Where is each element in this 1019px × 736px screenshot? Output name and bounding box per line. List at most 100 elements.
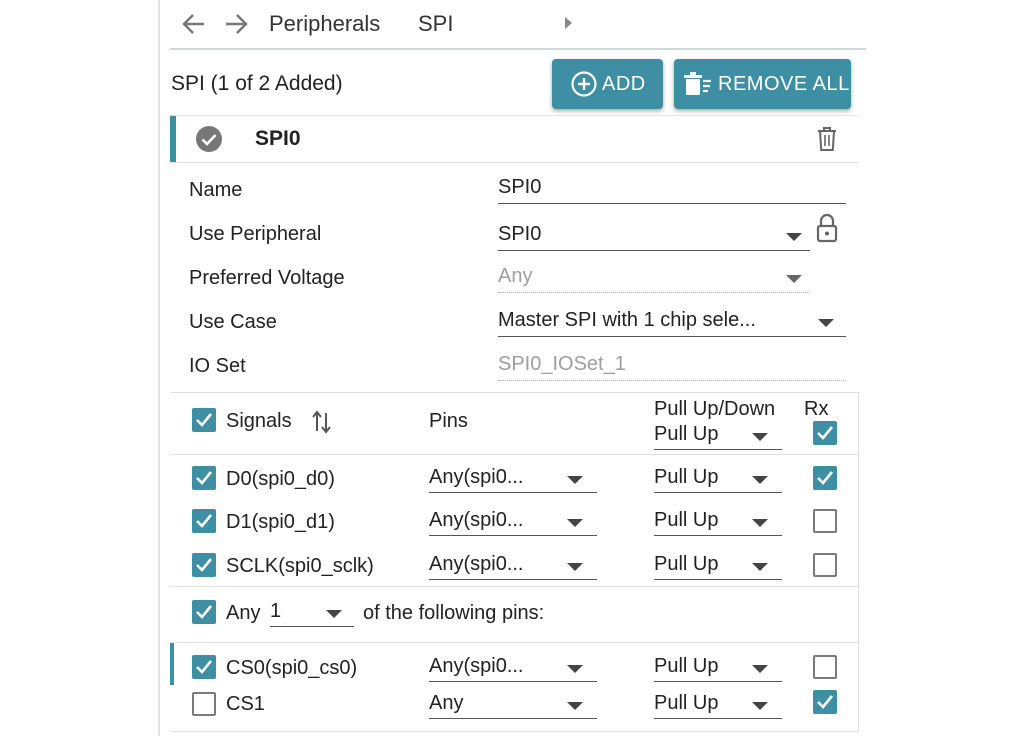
chevron-down-icon (786, 233, 802, 241)
any-group-prefix: Any (226, 602, 261, 624)
chevron-down-icon (752, 433, 768, 441)
any-group-checkbox[interactable] (192, 600, 216, 624)
pins-column-header: Pins (429, 410, 468, 432)
select-all-signals-checkbox[interactable] (192, 408, 216, 432)
breadcrumb-spi: SPI (418, 11, 454, 36)
check-icon (817, 426, 834, 440)
instance-row-spi0[interactable]: SPI0 (170, 115, 859, 163)
arrow-left-icon[interactable] (180, 10, 208, 38)
chevron-down-icon (567, 476, 583, 484)
pull-select-sclk[interactable]: Pull Up (654, 553, 782, 580)
remove-all-button[interactable]: REMOVE ALL (674, 59, 851, 109)
chevron-down-icon (326, 610, 342, 618)
pull-value-d0: Pull Up (654, 466, 719, 488)
any-group-suffix: of the following pins: (363, 602, 545, 624)
chevron-down-icon (786, 275, 802, 283)
cs-group-bar (170, 643, 174, 685)
add-button[interactable]: ADD (552, 59, 663, 109)
signal-checkbox-d0[interactable] (192, 466, 216, 490)
check-icon (817, 695, 834, 709)
chevron-down-icon (752, 563, 768, 571)
preferred-voltage-value: Any (498, 265, 533, 287)
chevron-right-icon (565, 17, 572, 29)
chevron-down-icon (752, 519, 768, 527)
row-divider (170, 454, 859, 455)
any-count-select[interactable]: 1 (270, 600, 354, 627)
pin-value-d1: Any(spi0... (429, 509, 524, 531)
pull-all-select[interactable]: Pull Up (654, 423, 782, 450)
pin-value-d0: Any(spi0... (429, 466, 524, 488)
signal-checkbox-cs0[interactable] (192, 655, 216, 679)
signals-column-header: Signals (226, 410, 292, 432)
section-title: SPI (1 of 2 Added) (171, 72, 343, 95)
arrow-right-icon[interactable] (222, 10, 250, 38)
breadcrumb-bar: Peripherals SPI (170, 0, 866, 50)
signal-name-cs0: CS0(spi0_cs0) (226, 657, 358, 679)
rx-checkbox-d1[interactable] (813, 509, 837, 533)
signal-checkbox-d1[interactable] (192, 509, 216, 533)
pin-select-d1[interactable]: Any(spi0... (429, 509, 597, 536)
chevron-down-icon (567, 665, 583, 673)
check-circle-icon (196, 126, 222, 152)
row-divider (170, 642, 859, 643)
pull-select-cs1[interactable]: Pull Up (654, 692, 782, 719)
rx-checkbox-cs0[interactable] (813, 655, 837, 679)
chevron-down-icon (752, 665, 768, 673)
rx-checkbox-sclk[interactable] (813, 553, 837, 577)
signal-name-cs1: CS1 (226, 693, 265, 715)
check-icon (196, 558, 213, 572)
check-icon (196, 605, 213, 619)
row-divider (170, 586, 859, 587)
sort-icon[interactable] (311, 409, 333, 435)
pin-select-cs0[interactable]: Any(spi0... (429, 655, 597, 682)
rx-all-checkbox[interactable] (813, 421, 837, 445)
pin-value-sclk: Any(spi0... (429, 553, 524, 575)
chevron-down-icon (567, 519, 583, 527)
use-case-value: Master SPI with 1 chip sele... (498, 309, 756, 331)
use-case-select[interactable]: Master SPI with 1 chip sele... (498, 307, 846, 337)
pull-value-sclk: Pull Up (654, 553, 719, 575)
use-peripheral-select[interactable]: SPI0 (498, 221, 810, 251)
pin-select-cs1[interactable]: Any (429, 692, 597, 719)
pull-column-header: Pull Up/Down (654, 398, 776, 420)
breadcrumb-peripherals[interactable]: Peripherals (269, 11, 380, 37)
use-peripheral-value: SPI0 (498, 223, 542, 245)
use-case-label: Use Case (189, 311, 277, 333)
rx-checkbox-d0[interactable] (813, 466, 837, 490)
signal-checkbox-sclk[interactable] (192, 553, 216, 577)
add-button-label: ADD (602, 72, 646, 95)
rx-checkbox-cs1[interactable] (813, 690, 837, 714)
trash-icon[interactable] (815, 126, 839, 152)
chevron-down-icon (752, 476, 768, 484)
pin-select-d0[interactable]: Any(spi0... (429, 466, 597, 493)
check-icon (196, 471, 213, 485)
left-divider (158, 0, 160, 736)
pull-select-d1[interactable]: Pull Up (654, 509, 782, 536)
check-icon (196, 660, 213, 674)
any-count-value: 1 (270, 600, 282, 622)
pull-select-d0[interactable]: Pull Up (654, 466, 782, 493)
pull-all-value: Pull Up (654, 423, 719, 445)
signal-name-d0: D0(spi0_d0) (226, 468, 335, 490)
delete-list-icon (684, 72, 711, 95)
preferred-voltage-label: Preferred Voltage (189, 267, 345, 289)
lock-icon[interactable] (815, 213, 839, 243)
add-circle-icon (571, 71, 597, 97)
instance-selected-bar (170, 116, 176, 162)
signal-checkbox-cs1[interactable] (192, 692, 216, 716)
chevron-down-icon (567, 702, 583, 710)
preferred-voltage-select[interactable]: Any (498, 263, 810, 293)
signal-name-d1: D1(spi0_d1) (226, 511, 335, 533)
remove-all-button-label: REMOVE ALL (718, 72, 850, 95)
pin-value-cs0: Any(spi0... (429, 655, 524, 677)
pin-select-sclk[interactable]: Any(spi0... (429, 553, 597, 580)
check-icon (817, 471, 834, 485)
signal-name-sclk: SCLK(spi0_sclk) (226, 555, 374, 577)
use-peripheral-label: Use Peripheral (189, 223, 322, 245)
instance-name: SPI0 (255, 127, 301, 150)
pin-value-cs1: Any (429, 692, 464, 714)
pull-value-d1: Pull Up (654, 509, 719, 531)
name-field[interactable]: SPI0 (498, 174, 846, 204)
pull-select-cs0[interactable]: Pull Up (654, 655, 782, 682)
io-set-value: SPI0_IOSet_1 (498, 353, 626, 375)
